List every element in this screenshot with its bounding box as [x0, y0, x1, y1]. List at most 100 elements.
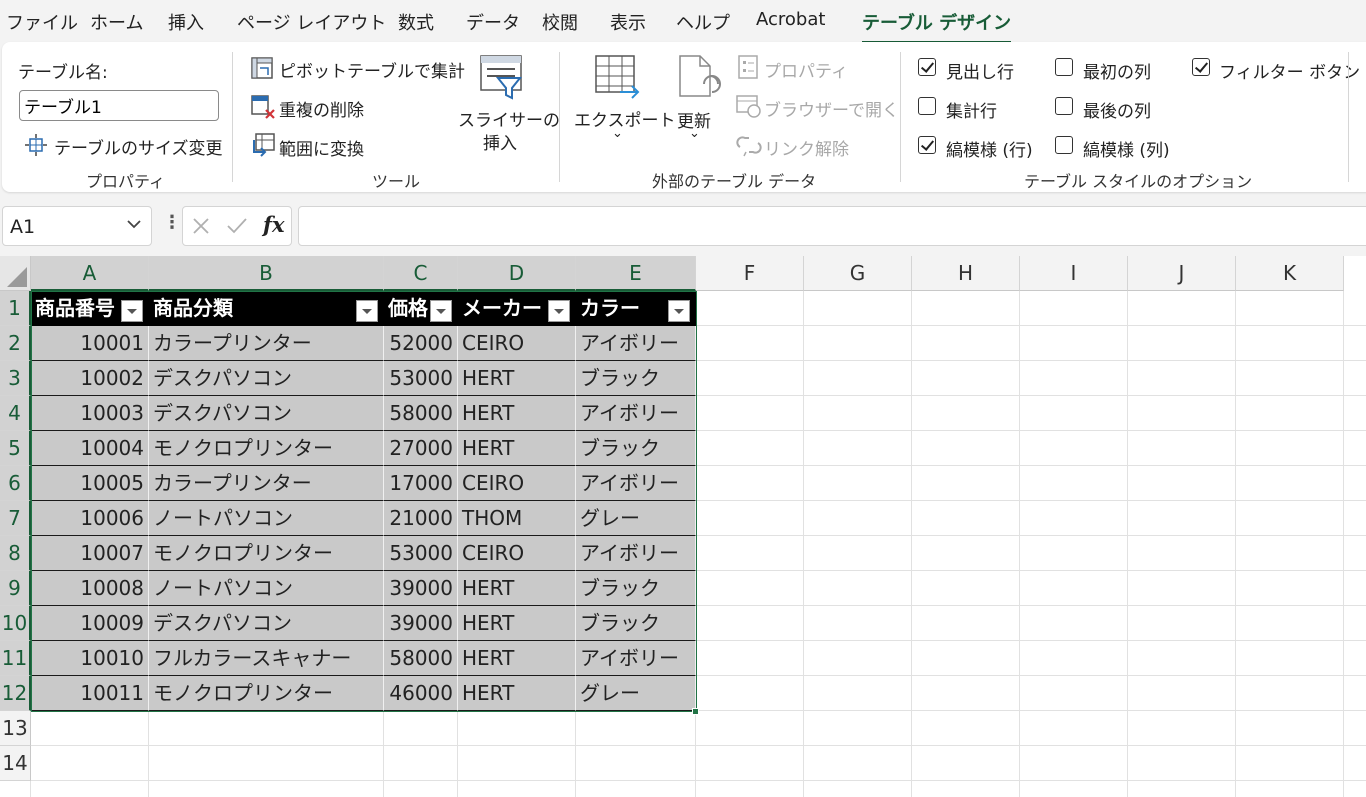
table-cell[interactable]: 17000	[384, 466, 458, 501]
column-header-e[interactable]: E	[576, 256, 696, 291]
table-cell[interactable]: 27000	[384, 431, 458, 466]
tab-file[interactable]: ファイル	[6, 9, 78, 35]
table-cell[interactable]: HERT	[458, 606, 576, 641]
table-header-cell[interactable]: メーカー	[458, 291, 576, 326]
row-header-3[interactable]: 3	[0, 361, 31, 396]
external-properties-button[interactable]: プロパティ	[764, 57, 848, 82]
tab-help[interactable]: ヘルプ	[676, 9, 730, 35]
cancel-icon[interactable]	[191, 216, 211, 240]
table-cell[interactable]: デスクパソコン	[149, 361, 384, 396]
insert-slicer-button-line1[interactable]: スライサーの	[458, 106, 560, 131]
row-header-1[interactable]: 1	[0, 291, 31, 326]
table-cell[interactable]: CEIRO	[458, 466, 576, 501]
table-cell[interactable]: 58000	[384, 396, 458, 431]
table-cell[interactable]: 10002	[31, 361, 149, 396]
select-all-corner[interactable]	[0, 256, 31, 291]
column-header-d[interactable]: D	[458, 256, 576, 291]
export-button[interactable]: エクスポート	[574, 106, 676, 131]
column-header-j[interactable]: J	[1128, 256, 1236, 291]
formula-input[interactable]	[298, 206, 1366, 246]
table-cell[interactable]: グレー	[576, 676, 696, 711]
column-header-k[interactable]: K	[1236, 256, 1344, 291]
resize-table-button[interactable]: テーブルのサイズ変更	[54, 134, 222, 159]
table-cell[interactable]: ノートパソコン	[149, 501, 384, 536]
total-row-checkbox[interactable]	[918, 97, 936, 115]
filter-dropdown-icon[interactable]	[668, 300, 690, 322]
table-cell[interactable]: モノクロプリンター	[149, 431, 384, 466]
filter-dropdown-icon[interactable]	[356, 300, 378, 322]
row-header-13[interactable]: 13	[0, 711, 31, 746]
table-cell[interactable]: アイボリー	[576, 536, 696, 571]
table-cell[interactable]: 39000	[384, 571, 458, 606]
column-header-i[interactable]: I	[1020, 256, 1128, 291]
last-column-checkbox[interactable]	[1055, 97, 1073, 115]
row-header-5[interactable]: 5	[0, 431, 31, 466]
row-header-2[interactable]: 2	[0, 326, 31, 361]
first-column-checkbox[interactable]	[1055, 58, 1073, 76]
table-cell[interactable]: HERT	[458, 571, 576, 606]
table-resize-handle[interactable]	[692, 708, 699, 715]
table-cell[interactable]: 10005	[31, 466, 149, 501]
column-header-a[interactable]: A	[31, 256, 149, 291]
table-cell[interactable]: HERT	[458, 396, 576, 431]
tab-review[interactable]: 校閲	[542, 9, 578, 35]
table-cell[interactable]: アイボリー	[576, 326, 696, 361]
enter-check-icon[interactable]	[226, 216, 248, 240]
tab-home[interactable]: ホーム	[90, 9, 143, 35]
row-header-4[interactable]: 4	[0, 396, 31, 431]
table-cell[interactable]: ブラック	[576, 606, 696, 641]
tab-view[interactable]: 表示	[610, 9, 646, 35]
row-header-12[interactable]: 12	[0, 676, 31, 711]
row-header-10[interactable]: 10	[0, 606, 31, 641]
row-header-8[interactable]: 8	[0, 536, 31, 571]
remove-duplicates-button[interactable]: 重複の削除	[279, 96, 364, 121]
worksheet-grid[interactable]: A B C D E F G H I J K 1 2 3 4 5 6 7 8 9 10 11 12 13 14 商品番号 商品分類 価格…	[0, 256, 1366, 797]
table-cell[interactable]: フルカラースキャナー	[149, 641, 384, 676]
tab-acrobat[interactable]: Acrobat	[756, 9, 825, 30]
export-dropdown-chevron-icon[interactable]: ⌄	[612, 126, 623, 141]
filter-dropdown-icon[interactable]	[430, 300, 452, 322]
table-cell[interactable]: ノートパソコン	[149, 571, 384, 606]
tab-insert[interactable]: 挿入	[168, 9, 204, 35]
table-cell[interactable]: ブラック	[576, 431, 696, 466]
table-cell[interactable]: 10007	[31, 536, 149, 571]
table-cell[interactable]: HERT	[458, 361, 576, 396]
table-cell[interactable]: 10001	[31, 326, 149, 361]
table-name-input[interactable]	[19, 90, 219, 121]
banded-rows-checkbox[interactable]	[918, 136, 936, 154]
more-options-icon[interactable]: ⋮	[163, 212, 181, 233]
name-box[interactable]: A1	[2, 206, 152, 246]
table-cell[interactable]: HERT	[458, 676, 576, 711]
table-cell[interactable]: ブラック	[576, 361, 696, 396]
table-cell[interactable]: ブラック	[576, 571, 696, 606]
refresh-dropdown-chevron-icon[interactable]: ⌄	[689, 126, 700, 141]
table-cell[interactable]: モノクロプリンター	[149, 676, 384, 711]
table-cell[interactable]: 53000	[384, 536, 458, 571]
banded-columns-checkbox[interactable]	[1055, 136, 1073, 154]
column-header-h[interactable]: H	[912, 256, 1020, 291]
column-header-f[interactable]: F	[696, 256, 804, 291]
tab-formulas[interactable]: 数式	[398, 9, 434, 35]
unlink-button[interactable]: リンク解除	[764, 135, 849, 160]
table-cell[interactable]: 10003	[31, 396, 149, 431]
table-cell[interactable]: アイボリー	[576, 641, 696, 676]
table-cell[interactable]: 39000	[384, 606, 458, 641]
table-cell[interactable]: 10004	[31, 431, 149, 466]
row-header-6[interactable]: 6	[0, 466, 31, 501]
tab-table-design[interactable]: テーブル デザイン	[862, 9, 1012, 44]
table-cell[interactable]: 10009	[31, 606, 149, 641]
row-header-7[interactable]: 7	[0, 501, 31, 536]
insert-slicer-button-line2[interactable]: 挿入	[483, 129, 517, 154]
table-cell[interactable]: 53000	[384, 361, 458, 396]
column-header-g[interactable]: G	[804, 256, 912, 291]
row-header-11[interactable]: 11	[0, 641, 31, 676]
table-header-cell[interactable]: カラー	[576, 291, 696, 326]
table-cell[interactable]: CEIRO	[458, 536, 576, 571]
name-box-dropdown-chevron-icon[interactable]	[127, 217, 141, 233]
column-header-b[interactable]: B	[149, 256, 384, 291]
table-cell[interactable]: 10006	[31, 501, 149, 536]
table-cell[interactable]: 46000	[384, 676, 458, 711]
table-cell[interactable]: グレー	[576, 501, 696, 536]
table-cell[interactable]: 21000	[384, 501, 458, 536]
table-cell[interactable]: 52000	[384, 326, 458, 361]
